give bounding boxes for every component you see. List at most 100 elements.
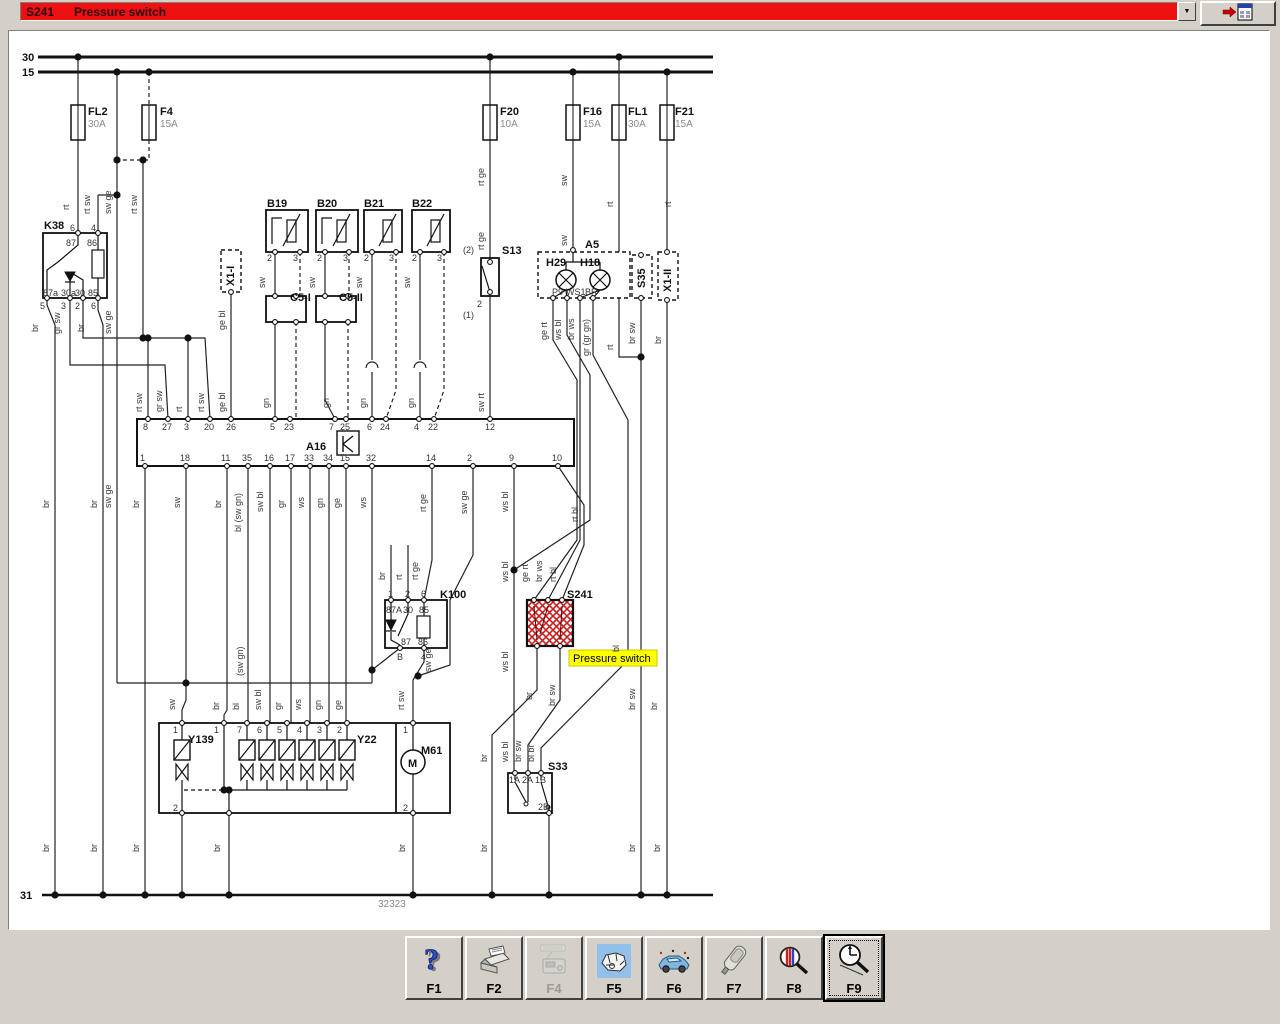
schematic-label: 24	[380, 422, 390, 432]
wire-color-label: gr sw	[154, 390, 164, 412]
wire-color-label: bl br	[526, 744, 536, 762]
pressure-switch-s241[interactable]	[527, 600, 573, 646]
wire-color-label: ge	[333, 700, 343, 710]
wire-color-label: rt ge	[476, 232, 486, 250]
schematic-label: C5-II	[339, 292, 363, 304]
schematic-label: 1	[214, 725, 219, 735]
schematic-label: 3	[317, 725, 322, 735]
junction-dot	[184, 334, 191, 341]
terminal-pin	[225, 464, 230, 469]
terminal-pin	[222, 721, 227, 726]
sensor-b21[interactable]	[364, 210, 402, 252]
terminal-pin	[265, 721, 270, 726]
junction-dot	[113, 191, 120, 198]
schematic-label: 8	[143, 422, 148, 432]
toolbar-button-f4[interactable]: F4	[525, 936, 583, 1000]
schematic-label: H29	[546, 257, 566, 269]
schematic-label: 30a	[61, 288, 76, 298]
terminal-pin	[546, 598, 551, 603]
schematic-label: 1	[140, 453, 145, 463]
toolbar-button-f5[interactable]: F5	[585, 936, 643, 1000]
wire-color-label: br	[652, 844, 662, 852]
schematic-label: 15A	[675, 119, 693, 130]
schematic-label: 4	[414, 422, 419, 432]
schematic-label: 30A	[88, 119, 106, 130]
wire-color-label: ws	[358, 497, 368, 509]
wire-color-label: gn	[321, 398, 331, 408]
terminal-pin	[344, 464, 349, 469]
schematic-label: 15	[22, 67, 34, 79]
junction-dot	[510, 566, 517, 573]
toolbar-label: F5	[606, 981, 621, 996]
wire-color-label: br	[89, 844, 99, 852]
toolbar-button-f8[interactable]: F8	[765, 936, 823, 1000]
terminal-pin	[323, 320, 328, 325]
schematic-label: H18	[580, 257, 600, 269]
vehicle-icon	[655, 941, 693, 981]
junction-dot	[113, 68, 120, 75]
terminal-pin	[442, 250, 447, 255]
schematic-label: 6	[91, 301, 96, 311]
schematic-label: 2	[75, 301, 80, 311]
wire-color-label: bl	[231, 703, 241, 710]
schematic-label: B20	[317, 198, 337, 210]
schematic-label: P9	[552, 287, 563, 297]
schematic-label: 30	[403, 605, 413, 615]
schematic-label: K38	[44, 220, 64, 232]
measurement-icon	[835, 941, 873, 981]
help-icon: ? ?	[416, 941, 452, 981]
schematic-label: 30	[75, 288, 85, 298]
terminal-pin	[384, 417, 389, 422]
schematic-label: F20	[500, 106, 519, 118]
wire-color-label: ws bl	[500, 741, 510, 763]
wire-color-label: ws bl	[500, 651, 510, 673]
schematic-label: 6	[257, 725, 262, 735]
terminal-pin	[488, 417, 493, 422]
schematic-label: 27	[162, 422, 172, 432]
schematic-label: 2	[405, 589, 410, 599]
terminal-pin	[639, 296, 644, 301]
schematic-label: 32323	[378, 899, 406, 910]
terminal-pin	[411, 811, 416, 816]
schematic-label: 16	[264, 453, 274, 463]
terminal-pin	[665, 250, 670, 255]
schematic-label: S13	[502, 245, 522, 257]
schematic-label: Y139	[188, 734, 214, 746]
voltage-tester-icon	[715, 941, 753, 981]
schematic-label: (1)	[463, 310, 474, 320]
terminal-pin	[208, 417, 213, 422]
sensor-b20[interactable]	[316, 210, 358, 252]
schematic-label: 15A	[583, 119, 601, 130]
schematic-label: 5	[270, 422, 275, 432]
toolbar-button-f6[interactable]: F6	[645, 936, 703, 1000]
sensor-b22[interactable]	[412, 210, 450, 252]
terminal-pin	[394, 250, 399, 255]
terminal-pin	[227, 811, 232, 816]
toolbar-button-f2[interactable]: F2	[465, 936, 523, 1000]
junction-dot	[486, 53, 493, 60]
toolbar-button-f9[interactable]: F9	[825, 936, 883, 1000]
schematic-label: 86	[418, 637, 428, 647]
schematic-label: 34	[323, 453, 333, 463]
schematic-label: 6	[70, 223, 75, 233]
junction-dot	[663, 68, 670, 75]
junction-dot	[637, 353, 644, 360]
sensor-b19[interactable]	[266, 210, 308, 252]
schematic-label: S35	[636, 268, 648, 288]
wire-color-label: br sw	[513, 740, 523, 762]
terminal-pin	[556, 464, 561, 469]
schematic-label: M	[408, 758, 417, 770]
schematic-label: 22	[428, 422, 438, 432]
terminal-pin	[184, 464, 189, 469]
wire-color-label: rt sw	[82, 195, 92, 214]
wire-color-label: br	[89, 500, 99, 508]
toolbar-button-f7[interactable]: F7	[705, 936, 763, 1000]
schematic-label: 2	[403, 803, 408, 813]
schematic-label: 35	[242, 453, 252, 463]
toolbar-button-f1[interactable]: ? ? F1	[405, 936, 463, 1000]
wire-color-label: br ws	[566, 318, 576, 340]
wire-color-label: rt ge	[410, 562, 420, 580]
wire-color-label: br	[649, 702, 659, 710]
schematic-label: 10	[552, 453, 562, 463]
wire-color-label: br	[76, 324, 86, 332]
